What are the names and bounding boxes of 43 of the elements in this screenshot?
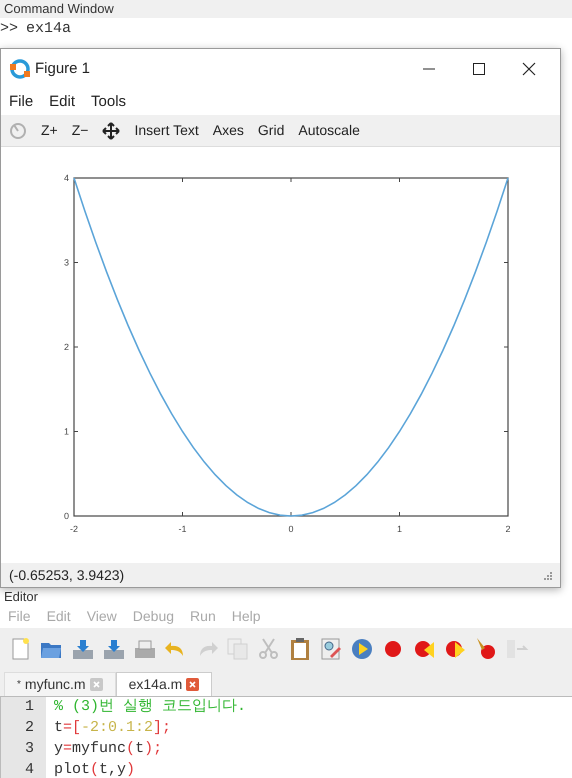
panel-title: Command Window xyxy=(4,0,114,18)
resize-grip-icon[interactable] xyxy=(542,570,552,580)
code-line: t=[-2:0.1:2]; xyxy=(54,718,172,738)
line-number: 4 xyxy=(24,760,34,778)
toolbar-button[interactable]: Z+ xyxy=(41,120,58,141)
x-tick-label: 0 xyxy=(288,524,294,534)
code-line: plot(t,y) xyxy=(54,760,136,778)
toolbar-button[interactable]: Z− xyxy=(72,120,88,141)
file-tab[interactable]: * myfunc.m xyxy=(4,672,116,696)
window-title: Figure 1 xyxy=(35,58,90,79)
line-number: 3 xyxy=(24,739,34,760)
menu-item[interactable]: File xyxy=(9,90,34,114)
code-line: % (3)번 실행 코드입니다. xyxy=(54,697,248,718)
y-tick-label: 3 xyxy=(64,258,69,268)
status-text: (-0.65253, 3.9423) xyxy=(9,566,124,585)
toolbar-button[interactable]: Insert Text xyxy=(134,120,199,141)
prompt: >> xyxy=(0,18,18,39)
x-tick: 2 xyxy=(506,178,510,534)
toolbar-button[interactable]: Grid xyxy=(258,120,284,141)
file-tab[interactable]: ex14a.m xyxy=(116,672,212,696)
pan-icon[interactable] xyxy=(102,122,120,140)
x-tick-label: -1 xyxy=(178,524,187,534)
line-number: 2 xyxy=(24,718,34,738)
menu-item[interactable]: Tools xyxy=(91,90,126,114)
command-text: ex14a xyxy=(26,18,72,39)
modified-mark: * xyxy=(17,678,21,692)
line-number: 1 xyxy=(24,697,34,718)
y-tick-label: 0 xyxy=(64,511,69,521)
panel-title: Editor xyxy=(4,590,38,602)
x-tick-label: 1 xyxy=(396,524,402,534)
code-line: y=myfunc(t); xyxy=(54,739,164,760)
toolbar-button[interactable]: Axes xyxy=(212,120,244,141)
y-tick-label: 1 xyxy=(64,426,69,436)
tab-label: ex14a.m xyxy=(128,675,182,694)
menu-item[interactable]: Edit xyxy=(49,90,76,114)
y-tick-label: 4 xyxy=(64,173,69,183)
app-logo-icon xyxy=(9,58,31,80)
toolbar-button[interactable]: Autoscale xyxy=(298,120,360,141)
y-tick-label: 2 xyxy=(64,342,69,352)
run-icon[interactable] xyxy=(349,636,375,662)
x-tick-label: -2 xyxy=(70,524,78,534)
tab-label: myfunc.m xyxy=(24,675,86,694)
x-tick-label: 2 xyxy=(505,524,511,534)
